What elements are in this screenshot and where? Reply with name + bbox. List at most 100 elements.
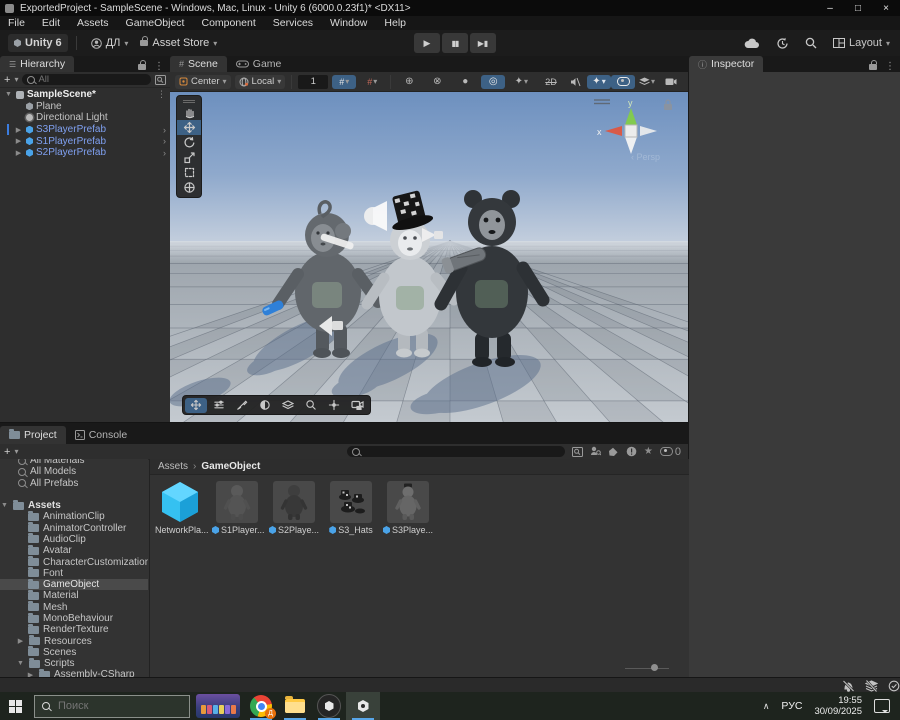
grid-snap-toggle[interactable]: # ▾: [332, 74, 357, 89]
cache-disabled-icon[interactable]: [865, 679, 878, 692]
project-search-input[interactable]: [362, 446, 560, 457]
search-window-icon[interactable]: [571, 446, 583, 457]
tab-hierarchy[interactable]: ☰ Hierarchy: [0, 56, 75, 72]
notification-center-icon[interactable]: [874, 699, 890, 713]
kebab-menu-icon[interactable]: ⋮: [154, 61, 164, 72]
hand-tool[interactable]: [177, 105, 201, 120]
zoom-overlay-button[interactable]: [300, 398, 322, 413]
tree-folder[interactable]: Mesh: [0, 601, 148, 613]
move-tool[interactable]: [177, 120, 201, 135]
layers-overlay-button[interactable]: [277, 398, 299, 413]
tree-folder[interactable]: ▼ Scripts: [0, 657, 148, 669]
maximize-button[interactable]: □: [844, 0, 872, 16]
taskbar-search-input[interactable]: [56, 699, 182, 713]
menu-help[interactable]: Help: [384, 17, 406, 29]
project-search[interactable]: [346, 446, 565, 457]
asset-networkplayer[interactable]: NetworkPla...: [155, 481, 209, 535]
asset-s2player[interactable]: S2Playe...: [269, 481, 319, 535]
start-button[interactable]: [0, 692, 30, 720]
favorites-icon[interactable]: ★: [644, 446, 653, 457]
scene-row[interactable]: ▼ SampleScene* ⋮: [0, 89, 170, 101]
menu-window[interactable]: Window: [330, 17, 367, 29]
lock-icon[interactable]: [138, 59, 146, 70]
label-icon[interactable]: [608, 447, 619, 457]
move-overlay-button[interactable]: [185, 397, 207, 413]
tab-scene[interactable]: # Scene: [170, 56, 227, 72]
kebab-menu-icon[interactable]: ⋮: [885, 61, 895, 72]
menu-assets[interactable]: Assets: [77, 17, 109, 29]
asset-s3player[interactable]: S3Playe...: [383, 481, 433, 535]
paint-button[interactable]: [231, 398, 253, 413]
menu-edit[interactable]: Edit: [42, 17, 60, 29]
taskbar-chrome[interactable]: Д: [244, 692, 278, 720]
tree-folder[interactable]: AnimatorController: [0, 522, 148, 534]
favorite-all-prefabs[interactable]: All Prefabs: [0, 478, 148, 489]
rotate-tool[interactable]: [177, 135, 201, 150]
layers-dropdown[interactable]: ▾: [635, 75, 659, 89]
hierarchy-row-s1player[interactable]: ▶ S1PlayerPrefab ›: [0, 135, 170, 147]
rect-tool[interactable]: [177, 165, 201, 180]
unity-version-badge[interactable]: Unity 6: [8, 34, 68, 52]
asset-store-dropdown[interactable]: Asset Store ▾: [134, 34, 223, 52]
status-ok-icon[interactable]: [888, 680, 900, 692]
breadcrumb-assets[interactable]: Assets: [158, 461, 188, 472]
projection-label[interactable]: ‹ Persp: [631, 152, 660, 162]
taskbar-unity-hub[interactable]: [312, 692, 346, 720]
render-sphere-button[interactable]: [254, 398, 276, 413]
show-hidden-icons[interactable]: ∧: [763, 701, 770, 712]
add-object-button[interactable]: +: [4, 74, 10, 86]
fold-closed-icon[interactable]: ▶: [14, 126, 23, 134]
hierarchy-search[interactable]: [22, 74, 151, 85]
lock-icon[interactable]: [869, 59, 877, 70]
pan-overlay-button[interactable]: [323, 398, 345, 413]
history-icon[interactable]: [776, 37, 789, 50]
fold-open-icon[interactable]: ▼: [4, 91, 13, 98]
search-window-icon[interactable]: [155, 74, 166, 85]
tree-assets-root[interactable]: ▼ Assets: [0, 499, 148, 511]
transform-tool[interactable]: [177, 180, 201, 195]
camera-preview-button[interactable]: [346, 398, 368, 413]
hierarchy-search-input[interactable]: [38, 74, 146, 85]
minimize-button[interactable]: –: [816, 0, 844, 16]
step-button[interactable]: ▶▮: [470, 33, 496, 53]
hidden-count-toggle[interactable]: 0: [659, 446, 681, 458]
tree-folder[interactable]: ▶ Resources: [0, 635, 148, 647]
tree-folder[interactable]: AudioClip: [0, 533, 148, 545]
scene-viewport[interactable]: y x ‹ Persp: [170, 92, 688, 422]
play-button[interactable]: ▶: [414, 33, 440, 53]
prefab-open-arrow[interactable]: ›: [163, 136, 166, 146]
lighting-dropdown[interactable]: ✦ ▾: [509, 75, 533, 89]
chevron-down-icon[interactable]: ▾: [14, 447, 18, 456]
language-indicator[interactable]: РУС: [781, 700, 802, 712]
slider-knob[interactable]: [651, 664, 658, 671]
tree-folder[interactable]: Font: [0, 567, 148, 579]
breadcrumb-current[interactable]: GameObject: [201, 461, 260, 472]
fold-closed-icon[interactable]: ▶: [14, 149, 23, 157]
prefab-open-arrow[interactable]: ›: [163, 148, 166, 158]
fold-open-icon[interactable]: ▼: [16, 660, 25, 667]
audio-toggle[interactable]: [563, 75, 587, 89]
hierarchy-row-plane[interactable]: Plane: [0, 101, 170, 113]
chevron-down-icon[interactable]: ▾: [14, 75, 18, 84]
asset-s3-hats[interactable]: S3_Hats: [328, 481, 374, 535]
favorite-all-materials[interactable]: All Materials: [0, 459, 148, 466]
tree-folder[interactable]: Avatar: [0, 544, 148, 556]
fold-closed-icon[interactable]: ▶: [16, 637, 25, 645]
render-mode-button[interactable]: ◎: [481, 74, 506, 89]
scene-list-button[interactable]: [208, 398, 230, 413]
hierarchy-row-s2player[interactable]: ▶ S2PlayerPrefab ›: [0, 147, 170, 159]
effects-dropdown[interactable]: ✦ ▾: [587, 74, 611, 89]
gizmos-3d-toggle[interactable]: ⊗: [425, 75, 449, 89]
thumbnail-size-slider[interactable]: [625, 663, 669, 673]
space-dropdown[interactable]: Local ▾: [234, 74, 286, 89]
taskbar-clock[interactable]: 19:55 30/09/2025: [814, 695, 862, 717]
fold-open-icon[interactable]: ▼: [0, 502, 9, 509]
scene-visibility-toggle[interactable]: [611, 74, 635, 89]
search-icon[interactable]: [805, 37, 817, 49]
taskbar-explorer[interactable]: [278, 692, 312, 720]
account-dropdown[interactable]: ДЛ ▾: [85, 34, 135, 52]
tree-folder[interactable]: RenderTexture: [0, 623, 148, 635]
widgets-button[interactable]: [196, 694, 240, 718]
overlay-drag-handle[interactable]: [177, 98, 201, 105]
layout-dropdown[interactable]: Layout ▾: [832, 37, 890, 49]
